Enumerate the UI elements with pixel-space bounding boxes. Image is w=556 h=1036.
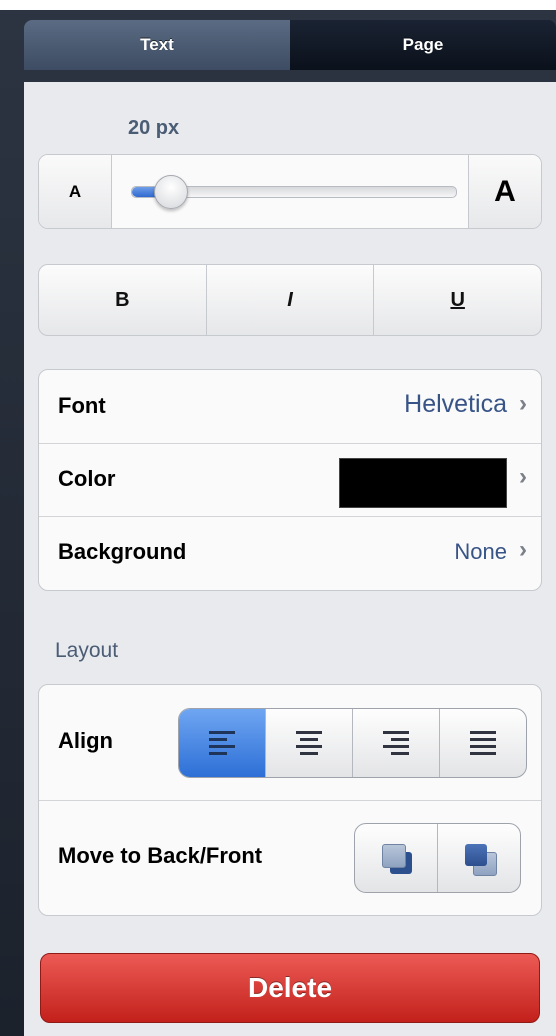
delete-button[interactable]: Delete [40, 953, 540, 1023]
font-size-control: A A [38, 154, 542, 229]
align-left-icon [209, 731, 235, 755]
decrease-size-button[interactable]: A [39, 155, 112, 228]
bring-to-front-button[interactable] [437, 824, 520, 892]
bring-to-front-icon [461, 840, 497, 876]
align-center-button[interactable] [265, 709, 352, 777]
align-center-icon [296, 731, 322, 755]
italic-button[interactable]: I [205, 265, 374, 335]
align-segmented-control [178, 708, 527, 778]
slider-thumb[interactable] [153, 175, 188, 209]
text-style-buttons: B I U [38, 264, 542, 336]
underline-button[interactable]: U [373, 265, 541, 335]
tab-page[interactable]: Page [290, 20, 556, 70]
order-label: Move to Back/Front [58, 843, 263, 868]
order-row: Move to Back/Front [39, 800, 541, 915]
color-swatch [339, 458, 507, 508]
top-edge [0, 0, 556, 10]
align-justify-icon [470, 731, 496, 755]
color-row[interactable]: Color › [39, 443, 541, 517]
background-value: None [454, 539, 507, 564]
chevron-right-icon: › [519, 390, 527, 417]
font-row[interactable]: Font Helvetica › [39, 370, 541, 444]
bold-button[interactable]: B [39, 265, 206, 335]
background-label: Background [58, 539, 187, 564]
layout-section-title: Layout [55, 639, 119, 662]
tab-text[interactable]: Text [24, 20, 290, 70]
background-row[interactable]: Background None › [39, 516, 541, 589]
chevron-right-icon: › [519, 463, 527, 490]
text-properties-group: Font Helvetica › Color › Background None… [38, 369, 542, 591]
align-left-button[interactable] [179, 709, 265, 777]
text-inspector-popover: Text Page 20 px A A B I U Font Helvetica… [0, 0, 556, 1036]
send-to-back-button[interactable] [355, 824, 437, 892]
increase-size-button[interactable]: A [468, 155, 541, 228]
align-right-button[interactable] [352, 709, 439, 777]
send-to-back-icon [378, 840, 414, 876]
chevron-right-icon: › [519, 536, 527, 563]
font-value: Helvetica [404, 390, 507, 418]
align-right-icon [383, 731, 409, 755]
font-size-label: 20 px [128, 117, 180, 139]
order-segmented-control [354, 823, 521, 893]
align-justify-button[interactable] [439, 709, 526, 777]
color-label: Color [58, 466, 116, 491]
segmented-tabs: Text Page [24, 20, 556, 70]
font-size-slider[interactable] [131, 175, 457, 209]
font-label: Font [58, 393, 106, 418]
align-label: Align [58, 728, 113, 753]
align-row: Align [39, 685, 541, 801]
text-panel: 20 px A A B I U Font Helvetica › Color › [24, 82, 556, 1036]
layout-group: Align Move to Back/Front [38, 684, 542, 916]
